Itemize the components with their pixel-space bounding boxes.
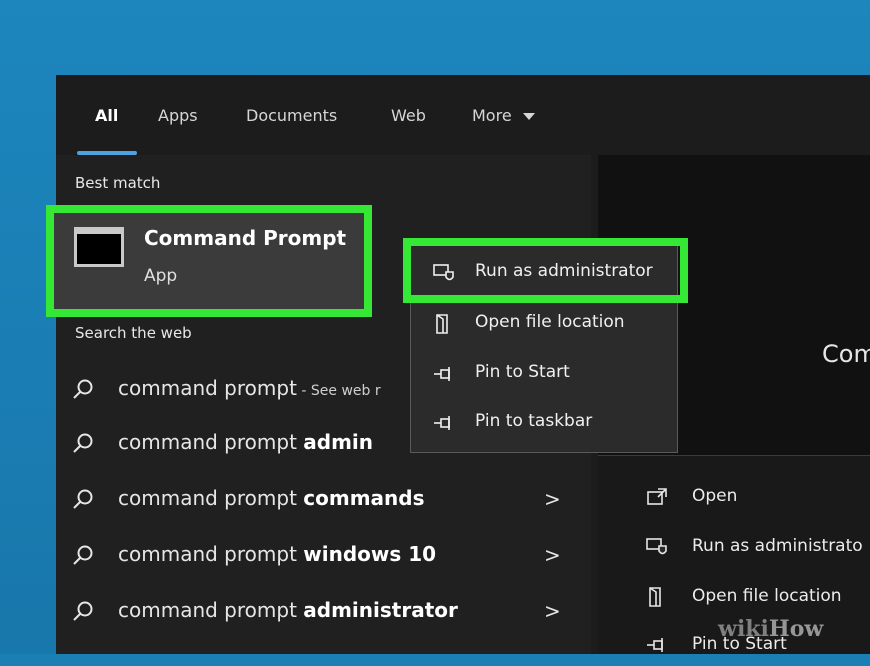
menu-item-label: Pin to taskbar [475, 411, 593, 431]
chevron-right-icon[interactable]: > [544, 487, 561, 511]
web-suggestion-text: command prompt commands [118, 486, 425, 510]
best-match-subtitle: App [144, 266, 178, 286]
preview-action-run-as-admin[interactable]: Run as administrato [640, 528, 870, 568]
search-tabs: All Apps Documents Web More [56, 75, 870, 155]
wikihow-watermark: wikiHow [718, 616, 824, 642]
pin-icon [434, 416, 450, 430]
web-suggestion-text: command prompt admin [118, 430, 374, 454]
menu-item-open-file-location[interactable]: Open file location [411, 302, 679, 346]
shield-run-icon [646, 538, 667, 555]
tab-more[interactable]: More [472, 106, 535, 125]
caret-down-icon [522, 112, 535, 120]
search-icon [73, 601, 93, 621]
open-icon [647, 488, 667, 505]
best-match-title: Command Prompt [144, 226, 347, 250]
search-icon [73, 379, 93, 399]
preview-action-label: Open file location [692, 586, 842, 606]
web-suggestion-text: command prompt administrator [118, 598, 458, 622]
search-icon [73, 433, 93, 453]
web-suggestion-text: command prompt windows 10 [118, 542, 437, 566]
pin-icon [434, 367, 450, 381]
menu-item-pin-to-taskbar[interactable]: Pin to taskbar [411, 401, 679, 445]
pin-icon [647, 638, 663, 652]
chevron-right-icon[interactable]: > [544, 599, 561, 623]
highlight-box-run-as-administrator [403, 238, 688, 303]
tab-documents[interactable]: Documents [246, 106, 337, 125]
tab-web[interactable]: Web [391, 106, 426, 125]
preview-action-open-file-location[interactable]: Open file location [640, 578, 870, 618]
preview-action-open[interactable]: Open [640, 478, 870, 518]
preview-action-label: Open [692, 486, 738, 506]
preview-title: Com [822, 340, 870, 368]
file-location-icon [436, 314, 448, 334]
menu-item-label: Pin to Start [475, 362, 570, 382]
tab-all[interactable]: All [95, 106, 118, 125]
web-suggestion-row[interactable]: command prompt administrator > [56, 586, 591, 636]
tab-more-label: More [472, 106, 512, 125]
web-suggestion-row[interactable]: command prompt windows 10 > [56, 530, 591, 580]
terminal-icon [74, 227, 124, 267]
menu-item-label: Open file location [475, 312, 625, 332]
best-match-label: Best match [75, 174, 161, 192]
file-location-icon [649, 587, 661, 607]
web-suggestion-row[interactable]: command prompt commands > [56, 474, 591, 524]
preview-divider [598, 455, 870, 456]
search-web-label: Search the web [75, 324, 192, 342]
menu-item-pin-to-start[interactable]: Pin to Start [411, 352, 679, 396]
preview-action-label: Run as administrato [692, 536, 863, 556]
web-suggestion-text: command prompt - See web r [118, 376, 381, 400]
search-icon [73, 489, 93, 509]
tab-apps[interactable]: Apps [158, 106, 198, 125]
search-icon [73, 545, 93, 565]
chevron-right-icon[interactable]: > [544, 543, 561, 567]
